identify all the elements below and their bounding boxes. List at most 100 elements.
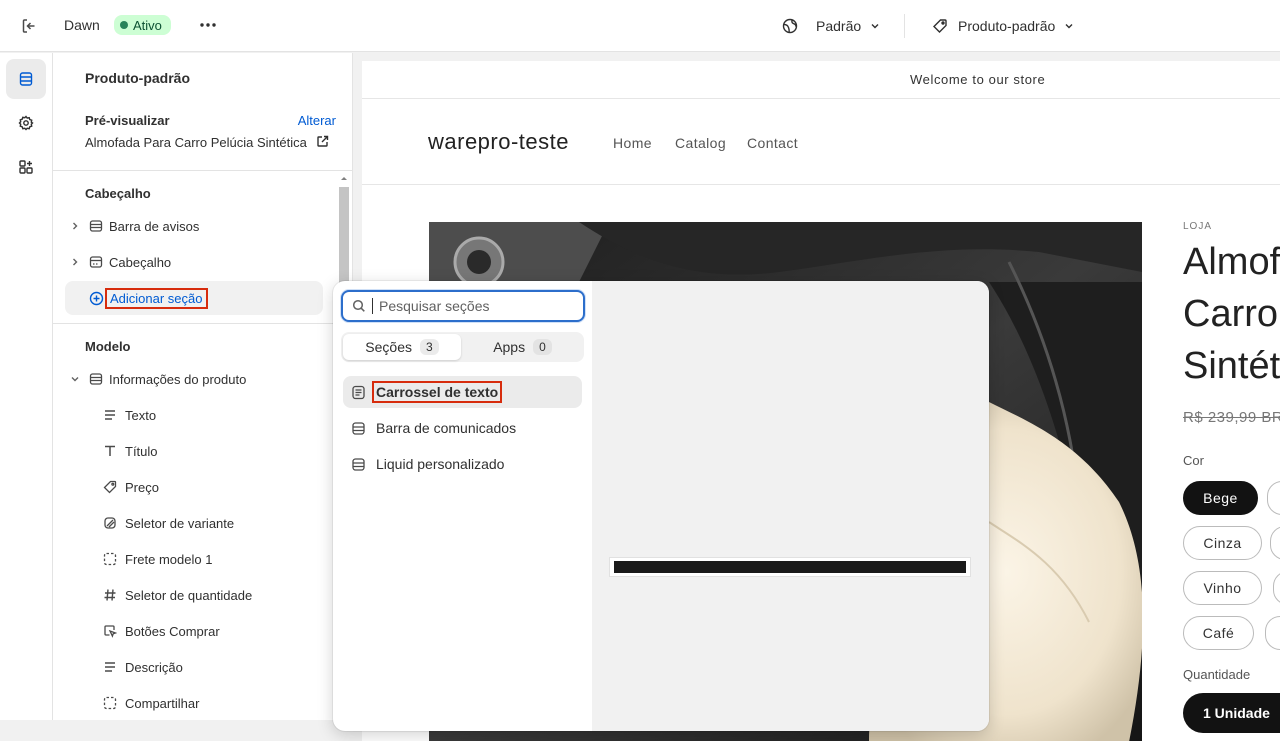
sidebar-divider xyxy=(53,323,352,324)
text-carousel-preview-bar xyxy=(614,561,966,573)
picker-tabs: Seções 3 Apps 0 xyxy=(341,332,584,362)
section-item-label: Cabeçalho xyxy=(109,254,172,270)
text-block-icon xyxy=(351,385,366,400)
block-item-shipping[interactable]: Frete modelo 1 xyxy=(101,542,212,576)
block-item-price[interactable]: Preço xyxy=(101,470,159,504)
section-option-label: Barra de comunicados xyxy=(376,420,517,436)
exit-icon[interactable] xyxy=(18,15,40,37)
preview-header[interactable]: warepro-teste Home Catalog Contact xyxy=(362,99,1280,185)
text-icon xyxy=(101,660,119,674)
text-cursor xyxy=(372,298,373,314)
nav-link-contact[interactable]: Contact xyxy=(747,135,798,151)
color-pill[interactable] xyxy=(1267,481,1280,515)
status-badge: Ativo xyxy=(114,15,171,35)
dashed-square-icon xyxy=(101,696,119,710)
block-item-quantity-selector[interactable]: Seletor de quantidade xyxy=(101,578,252,612)
change-preview-link[interactable]: Alterar xyxy=(298,113,336,128)
tab-label: Apps xyxy=(493,339,526,355)
search-placeholder: Pesquisar seções xyxy=(379,298,490,314)
color-pill[interactable] xyxy=(1270,526,1280,560)
device-dropdown-label: Padrão xyxy=(816,18,862,34)
section-option-custom-liquid[interactable]: Liquid personalizado xyxy=(343,448,582,480)
chevron-down-icon[interactable] xyxy=(65,374,85,384)
color-pill-vinho[interactable]: Vinho xyxy=(1183,571,1262,605)
search-sections-input[interactable]: Pesquisar seções xyxy=(341,290,585,322)
tab-sections[interactable]: Seções 3 xyxy=(343,334,461,360)
dashed-square-icon xyxy=(101,552,119,566)
chevron-down-icon xyxy=(869,20,881,32)
template-group-title: Modelo xyxy=(85,339,131,354)
status-badge-label: Ativo xyxy=(133,17,162,33)
section-item-announcement-bar[interactable]: Barra de avisos xyxy=(65,209,323,243)
text-carousel-preview-thumbnail xyxy=(609,557,971,577)
hash-icon xyxy=(101,588,119,602)
product-price: R$ 239,99 BRL xyxy=(1183,409,1280,426)
tab-apps[interactable]: Apps 0 xyxy=(463,334,582,360)
sections-nav-button[interactable] xyxy=(6,59,46,99)
section-item-label: Informações do produto xyxy=(109,371,247,387)
gear-icon xyxy=(18,115,34,131)
block-item-label: Compartilhar xyxy=(125,695,200,711)
section-preview-pane xyxy=(592,281,989,731)
block-item-label: Botões Comprar xyxy=(125,623,220,639)
apps-nav-button[interactable] xyxy=(6,147,46,187)
nav-link-home[interactable]: Home xyxy=(613,135,652,151)
section-option-announcement-bar[interactable]: Barra de comunicados xyxy=(343,412,582,444)
block-item-variant-picker[interactable]: Seletor de variante xyxy=(101,506,234,540)
color-pill[interactable] xyxy=(1273,571,1280,605)
header-group-title: Cabeçalho xyxy=(85,186,151,201)
nav-link-catalog[interactable]: Catalog xyxy=(675,135,726,151)
variant-icon xyxy=(101,516,119,530)
color-pill-cafe[interactable]: Café xyxy=(1183,616,1254,650)
quantity-label: Quantidade xyxy=(1183,667,1251,682)
block-item-title[interactable]: Título xyxy=(101,434,158,468)
section-option-label: Liquid personalizado xyxy=(376,456,505,472)
more-actions-icon[interactable] xyxy=(196,14,220,36)
external-link-icon[interactable] xyxy=(316,135,329,148)
quantity-option-button[interactable]: 1 Unidade xyxy=(1183,693,1280,733)
add-section-button[interactable]: Adicionar seção xyxy=(65,281,323,315)
template-dropdown[interactable]: Produto-padrão xyxy=(932,14,1075,38)
section-option-label: Carrossel de texto xyxy=(372,381,503,403)
preview-label: Pré-visualizar xyxy=(85,113,170,128)
block-item-description[interactable]: Descrição xyxy=(101,650,183,684)
announcement-text: Welcome to our store xyxy=(910,72,1046,87)
color-pill-cinza[interactable]: Cinza xyxy=(1183,526,1262,560)
theme-name: Dawn xyxy=(64,17,100,33)
sections-sidebar: Produto-padrão Pré-visualizar Alterar Al… xyxy=(53,53,353,720)
section-icon xyxy=(351,457,366,472)
block-item-share[interactable]: Compartilhar xyxy=(101,686,199,720)
section-item-header[interactable]: Cabeçalho xyxy=(65,245,323,279)
chevron-right-icon[interactable] xyxy=(65,221,85,231)
cursor-click-icon xyxy=(101,624,119,638)
template-dropdown-label: Produto-padrão xyxy=(958,18,1056,34)
block-item-label: Descrição xyxy=(125,659,183,675)
device-dropdown[interactable]: Padrão xyxy=(782,14,881,38)
store-logo[interactable]: warepro-teste xyxy=(428,129,569,155)
block-item-buy-buttons[interactable]: Botões Comprar xyxy=(101,614,220,648)
block-item-text[interactable]: Texto xyxy=(101,398,156,432)
block-item-label: Seletor de quantidade xyxy=(125,587,253,603)
globe-icon xyxy=(782,18,798,34)
top-bar: Dawn Ativo Padrão Produto-padrão xyxy=(0,0,1280,52)
header-section-icon xyxy=(85,255,107,269)
chevron-right-icon[interactable] xyxy=(65,257,85,267)
scrollbar-thumb[interactable] xyxy=(339,187,349,287)
search-icon xyxy=(352,299,366,313)
section-picker: Pesquisar seções Seções 3 Apps 0 Carross… xyxy=(333,281,592,731)
preview-announcement-bar[interactable]: Welcome to our store xyxy=(362,61,1280,99)
preview-product-name: Almofada Para Carro Pelúcia Sintética xyxy=(85,135,307,150)
product-title: Almof Carro Sintét xyxy=(1183,241,1280,387)
apps-icon xyxy=(18,159,34,175)
chevron-down-icon xyxy=(1063,20,1075,32)
status-dot-icon xyxy=(120,21,128,29)
color-pill[interactable] xyxy=(1265,616,1280,650)
scroll-up-arrow-icon[interactable] xyxy=(338,173,350,183)
theme-settings-nav-button[interactable] xyxy=(6,103,46,143)
section-item-product-information[interactable]: Informações do produto xyxy=(65,362,323,396)
section-option-text-carousel[interactable]: Carrossel de texto xyxy=(343,376,582,408)
block-item-label: Texto xyxy=(125,407,157,423)
text-icon xyxy=(101,408,119,422)
color-pill-bege[interactable]: Bege xyxy=(1183,481,1258,515)
add-circle-icon xyxy=(85,291,107,306)
